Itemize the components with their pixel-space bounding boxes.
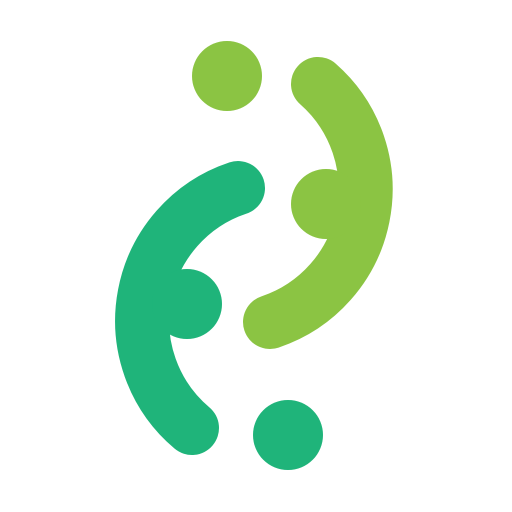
top-light-green-dot-icon [192, 41, 262, 111]
center-light-green-dot-icon [291, 169, 361, 239]
logo-mark [115, 41, 393, 470]
logo-canvas [0, 0, 512, 512]
center-dark-green-dot-icon [152, 269, 222, 339]
bottom-dark-green-dot-icon [253, 400, 323, 470]
